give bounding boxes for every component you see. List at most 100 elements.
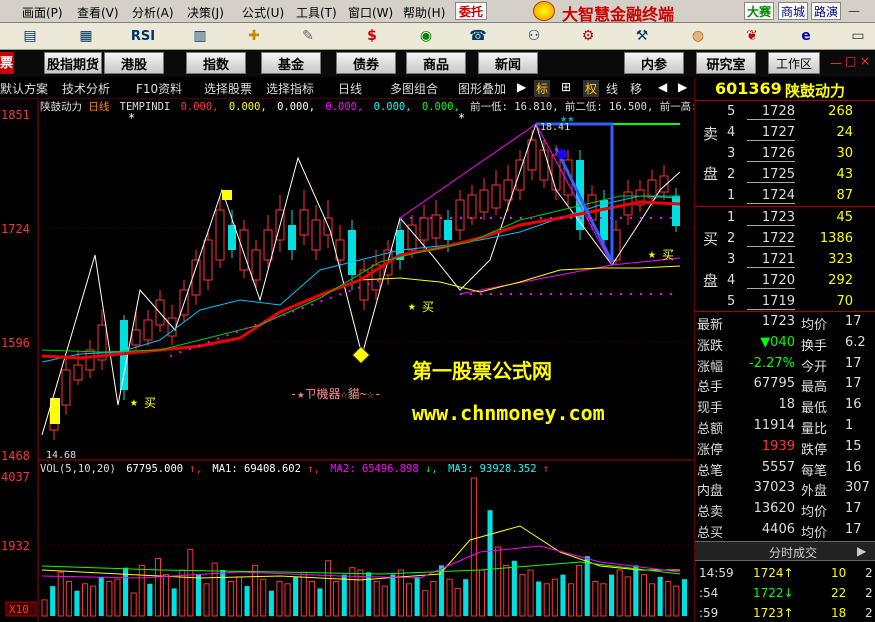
volume-bar <box>503 564 510 617</box>
candle-body <box>263 229 273 261</box>
stat-row: 涨幅 -2.27% 今开 17 <box>695 354 875 375</box>
grid-icon[interactable]: ▥ <box>188 26 212 46</box>
nav-min-icon[interactable]: — <box>830 56 842 70</box>
tick-count: 2 <box>865 566 873 580</box>
scroll-right-icon[interactable]: ▶ <box>678 80 687 94</box>
buy-row[interactable]: 1 1723 45 <box>695 208 875 228</box>
sub-select-indicator[interactable]: 选择指标 <box>266 80 314 97</box>
sub-select-stock[interactable]: 选择股票 <box>204 80 252 97</box>
volume-bar <box>600 583 607 617</box>
vol-scale-x10[interactable]: X10 <box>9 603 29 616</box>
scroll-left-icon[interactable]: ◀ <box>658 80 667 94</box>
tab-research[interactable]: 研究室 <box>696 52 756 74</box>
sell-row[interactable]: 5 1728 268 <box>695 102 875 122</box>
square-marker <box>222 190 232 200</box>
header-val-6: 0.000, <box>422 101 460 113</box>
kline-chart[interactable]: 1851 1724 1596 1468 4037 1932 X10 陕鼓动力 日… <box>0 100 694 622</box>
ticks-title-bar[interactable]: 分时成交 ▶ <box>695 541 875 561</box>
sub-f10[interactable]: F10资料 <box>136 80 182 97</box>
nav-close-icon[interactable]: × <box>860 54 870 68</box>
menu-item-analysis[interactable]: 分析(A) <box>132 4 174 21</box>
ticks-expand-icon[interactable]: ▶ <box>857 544 866 558</box>
volume-bar <box>349 567 356 617</box>
entrust-button[interactable]: 委托 <box>455 2 487 20</box>
ruler-icon[interactable]: ✎ <box>296 26 320 46</box>
ie-icon[interactable]: e <box>794 26 818 46</box>
sell-row[interactable]: 1 1724 87 <box>695 186 875 206</box>
toggle-right[interactable]: 权 <box>583 80 600 97</box>
stat-value-2: 17 <box>845 522 862 537</box>
dollar-icon[interactable]: $ <box>360 26 384 46</box>
toggle-grid[interactable]: ⊞ <box>561 80 571 94</box>
link-roadshow[interactable]: 路演 <box>811 2 841 20</box>
window-icon[interactable]: ▭ <box>846 26 870 46</box>
tab-index[interactable]: 指数 <box>186 52 246 74</box>
menu-item-look[interactable]: 查看(V) <box>77 4 119 21</box>
lips-icon[interactable]: ❦ <box>740 26 764 46</box>
buy-row[interactable]: 5 1719 70 <box>695 292 875 312</box>
sub-multi-chart[interactable]: 多图组合 <box>390 80 438 97</box>
menu-item-decision[interactable]: 决策(J) <box>187 4 224 21</box>
toggle-line[interactable]: 线 <box>606 80 618 97</box>
sell-level: 5 <box>727 104 736 119</box>
volume-bar <box>82 583 89 617</box>
tick-count: 2 <box>865 606 873 620</box>
sub-overlay[interactable]: 图形叠加 <box>458 80 506 97</box>
tab-news[interactable]: 新闻 <box>478 52 538 74</box>
news-icon[interactable]: ◉ <box>414 26 438 46</box>
tab-insider[interactable]: 内参 <box>624 52 684 74</box>
kline-icon[interactable]: ▤ <box>18 26 42 46</box>
stat-value-2: 16 <box>845 459 862 475</box>
menu-item-tools[interactable]: 工具(T) <box>296 4 337 21</box>
vol-y-tick-1932: 1932 <box>1 539 30 553</box>
volume-bar <box>333 581 340 617</box>
binoculars-icon[interactable]: ⚇ <box>522 26 546 46</box>
link-contest[interactable]: 大赛 <box>744 2 774 20</box>
play-icon[interactable]: ▶ <box>517 80 526 94</box>
menu-item-window[interactable]: 窗口(W) <box>348 4 393 21</box>
tab-commodity[interactable]: 商品 <box>406 52 466 74</box>
buy-level: 1 <box>727 210 736 225</box>
volume-bar <box>673 585 680 617</box>
sub-daily[interactable]: 日线 <box>338 80 362 97</box>
phone-icon[interactable]: ☎ <box>466 26 490 46</box>
link-mall[interactable]: 商城 <box>778 2 808 20</box>
rsi-button[interactable]: RSI <box>128 26 158 46</box>
buy-row[interactable]: 2 1722 1386 <box>695 229 875 249</box>
workspace-button[interactable]: 工作区 <box>768 52 820 74</box>
menu-item-formula[interactable]: 公式(U) <box>242 4 284 21</box>
tab-hk[interactable]: 港股 <box>104 52 164 74</box>
candle-body <box>600 200 608 240</box>
minimize-icon[interactable]: — <box>848 4 860 18</box>
nav-max-icon[interactable]: □ <box>845 54 856 68</box>
app-title: 大智慧金融终端 <box>562 5 675 24</box>
sub-tech-analysis[interactable]: 技术分析 <box>62 80 110 97</box>
stat-row: 现手 18 最低 16 <box>695 395 875 416</box>
stat-label-2: 跌停 <box>801 442 828 458</box>
crosshair-icon[interactable]: ✚ <box>242 26 266 46</box>
globe-icon[interactable]: ◍ <box>686 26 710 46</box>
star-marker-mid: * <box>458 111 465 125</box>
sell-row[interactable]: 4 1727 24 <box>695 123 875 143</box>
volume-bar <box>300 571 307 617</box>
toggle-move[interactable]: 移 <box>630 80 642 97</box>
buy-row[interactable]: 3 1721 323 <box>695 250 875 270</box>
nav-left-cut[interactable]: 票 <box>0 52 14 74</box>
tab-bond[interactable]: 债券 <box>336 52 396 74</box>
tab-fund[interactable]: 基金 <box>261 52 321 74</box>
stat-row: 总笔 5557 每笔 16 <box>695 458 875 479</box>
scheme-default[interactable]: 默认方案 <box>0 80 48 97</box>
menu-item-help[interactable]: 帮助(H) <box>403 4 445 21</box>
buy-row[interactable]: 4 1720 292 <box>695 271 875 291</box>
tools-icon[interactable]: ⚒ <box>630 26 654 46</box>
stat-label-1: 涨停 <box>697 442 724 458</box>
toggle-mark[interactable]: 标 <box>534 80 551 97</box>
sell-row[interactable]: 2 1725 43 <box>695 165 875 185</box>
tab-stock-futures[interactable]: 股指期货 <box>44 52 102 74</box>
gear-icon[interactable]: ⚙ <box>576 26 600 46</box>
menu-item-view[interactable]: 画面(P) <box>22 4 63 21</box>
stat-label-2: 均价 <box>801 505 828 521</box>
sell-row[interactable]: 3 1726 30 <box>695 144 875 164</box>
minute-chart-icon[interactable]: ▦ <box>74 26 98 46</box>
stat-value-1: 11914 <box>753 418 795 433</box>
